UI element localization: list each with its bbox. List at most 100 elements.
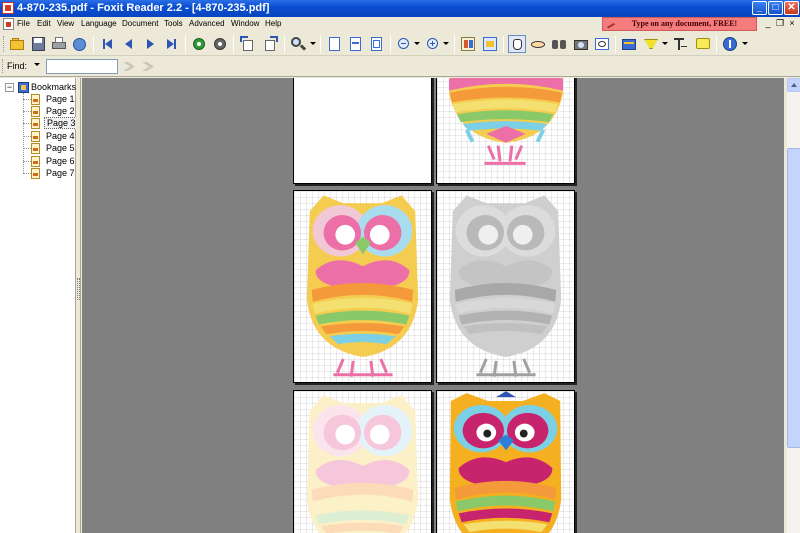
menu-view[interactable]: View xyxy=(57,19,74,28)
info-dropdown-caret[interactable] xyxy=(742,42,748,45)
zoom-icon[interactable] xyxy=(290,36,307,52)
zoom-in-dropdown-caret[interactable] xyxy=(443,42,449,45)
menu-file[interactable]: File xyxy=(17,19,30,28)
toolbar-grip[interactable] xyxy=(3,36,6,52)
info-icon[interactable] xyxy=(722,36,738,52)
highlight-icon[interactable] xyxy=(643,36,659,52)
page-thumbnail-owl-color[interactable] xyxy=(293,190,432,383)
typewriter-promo-banner[interactable]: Type on any document, FREE! xyxy=(602,17,757,31)
toolbar-separator xyxy=(454,36,455,53)
page-thumbnail-owl-faded[interactable] xyxy=(293,390,432,533)
toolbar-separator xyxy=(390,36,391,53)
bookmark-label: Page 6 xyxy=(46,156,75,166)
camera-icon[interactable] xyxy=(594,36,610,52)
page-thumbnail-owl-grayscale[interactable] xyxy=(436,190,575,383)
splitter-handle[interactable] xyxy=(77,278,80,300)
menu-window[interactable]: Window xyxy=(231,19,259,28)
minimize-button[interactable]: _ xyxy=(752,1,767,15)
bookmark-icon xyxy=(31,94,40,105)
continuous-icon[interactable] xyxy=(482,36,498,52)
scroll-up-icon[interactable] xyxy=(787,78,800,92)
fit-page-icon[interactable] xyxy=(326,36,342,52)
find-toolbar: Find: xyxy=(0,57,800,77)
app-icon[interactable] xyxy=(2,2,14,14)
page-thumbnail-owl-bottom[interactable] xyxy=(436,78,575,184)
previous-page-icon[interactable] xyxy=(121,36,137,52)
owl-pattern-image xyxy=(449,195,562,377)
menu-edit[interactable]: Edit xyxy=(37,19,51,28)
bookmarks-panel: − Bookmarks Page 1 Page 2 Page 3 Page 4 xyxy=(0,78,79,533)
owl-pattern-image xyxy=(306,195,419,377)
toolbar-separator xyxy=(320,36,321,53)
save-icon[interactable] xyxy=(30,36,46,52)
fit-width-icon[interactable] xyxy=(347,36,363,52)
single-page-icon[interactable] xyxy=(460,36,476,52)
tree-connector xyxy=(23,173,31,174)
page-thumbnail-owl-bright[interactable] xyxy=(436,390,575,533)
bookmark-label: Page 4 xyxy=(46,131,75,141)
menu-language[interactable]: Language xyxy=(81,19,117,28)
maximize-button[interactable]: □ xyxy=(768,1,783,15)
rotate-right-icon[interactable] xyxy=(262,36,278,52)
bookmarks-root[interactable]: Bookmarks xyxy=(31,82,76,92)
zoom-out-dropdown-caret[interactable] xyxy=(414,42,420,45)
print-icon[interactable] xyxy=(51,36,67,52)
next-page-icon[interactable] xyxy=(142,36,158,52)
fit-visible-icon[interactable] xyxy=(368,36,384,52)
rotate-left-icon[interactable] xyxy=(240,36,256,52)
typewriter-icon[interactable] xyxy=(621,36,637,52)
scroll-thumb[interactable] xyxy=(787,148,800,448)
document-restore-button[interactable]: ❐ xyxy=(774,18,786,29)
find-toolbar-grip[interactable] xyxy=(2,59,5,73)
highlight-dropdown-caret[interactable] xyxy=(662,42,668,45)
menu-help[interactable]: Help xyxy=(265,19,281,28)
snapshot-icon[interactable] xyxy=(573,36,589,52)
find-previous-icon[interactable] xyxy=(122,60,136,73)
find-options-caret[interactable] xyxy=(34,63,40,66)
vertical-scrollbar[interactable] xyxy=(786,78,800,533)
menu-tools[interactable]: Tools xyxy=(164,19,183,28)
tree-connector xyxy=(23,136,31,137)
find-next-icon[interactable] xyxy=(141,60,155,73)
email-icon[interactable] xyxy=(72,36,88,52)
bookmark-icon xyxy=(31,131,40,142)
close-button[interactable]: ✕ xyxy=(784,1,799,15)
promo-text: Type on any document, FREE! xyxy=(631,19,738,28)
document-close-button[interactable]: × xyxy=(786,18,798,28)
go-forward-icon[interactable] xyxy=(212,36,228,52)
toolbar-separator xyxy=(615,36,616,53)
owl-pattern-image xyxy=(448,78,563,165)
pen-icon xyxy=(605,19,615,29)
zoom-in-icon[interactable] xyxy=(425,36,441,52)
owl-pattern-image xyxy=(306,395,419,533)
last-page-icon[interactable] xyxy=(164,36,180,52)
menu-advanced[interactable]: Advanced xyxy=(189,19,225,28)
document-view[interactable] xyxy=(82,78,784,533)
toolbar-separator xyxy=(185,36,186,53)
note-icon[interactable] xyxy=(695,36,711,52)
tree-connector xyxy=(23,99,31,100)
page-thumbnail-blank[interactable] xyxy=(293,78,432,184)
go-back-icon[interactable] xyxy=(191,36,207,52)
bookmark-label: Page 5 xyxy=(46,143,75,153)
document-icon[interactable] xyxy=(3,18,14,30)
bookmark-icon xyxy=(31,106,40,117)
panel-splitter[interactable] xyxy=(76,78,81,533)
text-tool-icon[interactable] xyxy=(672,36,688,52)
hand-tool-icon[interactable] xyxy=(508,35,526,53)
zoom-out-icon[interactable] xyxy=(396,36,412,52)
bookmarks-expander[interactable]: − xyxy=(5,83,14,92)
owl-pattern-image xyxy=(449,391,562,533)
bookmark-icon xyxy=(31,168,40,179)
toolbar-separator xyxy=(503,36,504,53)
document-minimize-button[interactable]: _ xyxy=(762,18,774,28)
foxit-reader-window: 4-870-235.pdf - Foxit Reader 2.2 - [4-87… xyxy=(0,0,800,533)
zoom-dropdown-caret[interactable] xyxy=(310,42,316,45)
text-select-icon[interactable] xyxy=(530,36,546,52)
find-input[interactable] xyxy=(46,59,118,74)
find-icon[interactable] xyxy=(551,36,567,52)
menu-document[interactable]: Document xyxy=(122,19,158,28)
first-page-icon[interactable] xyxy=(100,36,116,52)
open-icon[interactable] xyxy=(9,36,25,52)
title-bar[interactable]: 4-870-235.pdf - Foxit Reader 2.2 - [4-87… xyxy=(0,0,800,17)
